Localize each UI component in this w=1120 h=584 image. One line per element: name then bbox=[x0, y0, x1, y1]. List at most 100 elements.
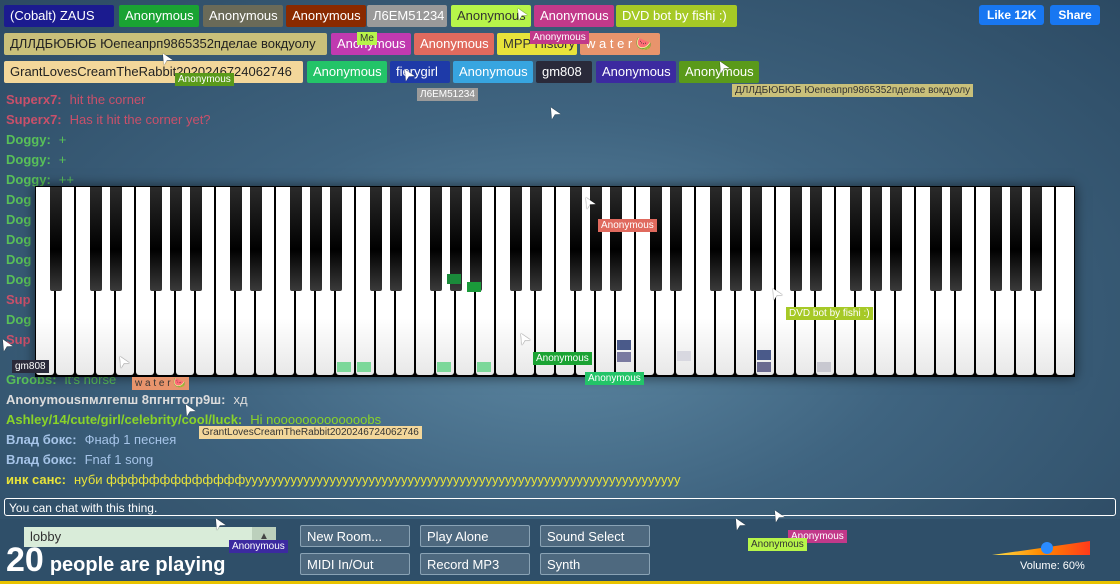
white-key[interactable] bbox=[1056, 187, 1074, 375]
user-tag[interactable]: Anonymous bbox=[119, 5, 199, 27]
chat-text: Hi nooooooooooooobs bbox=[250, 412, 382, 427]
black-key[interactable] bbox=[330, 187, 342, 291]
note-highlight bbox=[437, 362, 451, 372]
piano-keyboard[interactable] bbox=[35, 186, 1075, 377]
chat-author: Superx7: bbox=[6, 92, 62, 107]
chat-input[interactable]: You can chat with this thing. bbox=[4, 498, 1116, 516]
black-key[interactable] bbox=[390, 187, 402, 291]
black-key[interactable] bbox=[650, 187, 662, 291]
user-tag[interactable]: Anonymous bbox=[307, 61, 387, 83]
user-tag[interactable]: (Cobalt) ZAUS bbox=[4, 5, 114, 27]
chat-message: Doggy: + bbox=[6, 150, 1106, 170]
cursor-label: Me bbox=[357, 32, 377, 45]
user-tag[interactable]: Л6ЕМ51234 bbox=[367, 5, 447, 27]
cursor-label: GrantLovesCreamTheRabbit2020246724062746 bbox=[199, 426, 422, 439]
play-alone-button[interactable]: Play Alone bbox=[420, 525, 530, 547]
chat-author: Dog bbox=[6, 192, 32, 207]
black-key[interactable] bbox=[1010, 187, 1022, 291]
note-highlight bbox=[447, 274, 461, 284]
cursor-label: Anonymous bbox=[533, 352, 592, 365]
user-tag[interactable]: gm808 bbox=[536, 61, 592, 83]
black-key[interactable] bbox=[610, 187, 622, 291]
note-highlight bbox=[617, 352, 631, 362]
black-key[interactable] bbox=[190, 187, 202, 291]
chat-author: Влад бокс: bbox=[6, 432, 77, 447]
black-key[interactable] bbox=[530, 187, 542, 291]
black-key[interactable] bbox=[950, 187, 962, 291]
black-key[interactable] bbox=[1030, 187, 1042, 291]
user-tag[interactable]: Anonymous bbox=[596, 61, 676, 83]
chat-message: инк санс: нуби фффффффффффффууууууууууууу… bbox=[6, 470, 1106, 490]
black-key[interactable] bbox=[310, 187, 322, 291]
black-key[interactable] bbox=[870, 187, 882, 291]
black-key[interactable] bbox=[510, 187, 522, 291]
facebook-share-button[interactable]: Share bbox=[1050, 5, 1100, 25]
black-key[interactable] bbox=[90, 187, 102, 291]
note-highlight bbox=[357, 362, 371, 372]
cursor-label: ДЛЛДБЮБЮБ Юепеапрп9865352пделае вокдуолу bbox=[732, 84, 974, 97]
user-tag[interactable]: Anonymous bbox=[203, 5, 283, 27]
chat-author: Dog bbox=[6, 272, 32, 287]
black-key[interactable] bbox=[990, 187, 1002, 291]
chat-author: Doggy: bbox=[6, 132, 51, 147]
note-highlight bbox=[677, 351, 691, 361]
midi-button[interactable]: MIDI In/Out bbox=[300, 553, 410, 575]
sound-select-button[interactable]: Sound Select bbox=[540, 525, 650, 547]
facebook-like-button[interactable]: Like 12K bbox=[979, 5, 1045, 25]
black-key[interactable] bbox=[150, 187, 162, 291]
chat-text: хд bbox=[233, 392, 248, 407]
black-key[interactable] bbox=[890, 187, 902, 291]
black-key[interactable] bbox=[430, 187, 442, 291]
user-tag[interactable]: w a t e r 🍉 bbox=[580, 33, 660, 55]
chat-message: Влад бокс: Фнаф 1 песнея bbox=[6, 430, 1106, 450]
synth-button[interactable]: Synth bbox=[540, 553, 650, 575]
black-key[interactable] bbox=[670, 187, 682, 291]
note-highlight bbox=[337, 362, 351, 372]
facebook-widget: Like 12K Share bbox=[979, 5, 1100, 25]
user-tag[interactable]: Anonymous bbox=[534, 5, 614, 27]
cursor-label: Anonymous bbox=[229, 540, 288, 553]
chat-author: Dog bbox=[6, 252, 32, 267]
black-key[interactable] bbox=[710, 187, 722, 291]
black-key[interactable] bbox=[170, 187, 182, 291]
chat-text: Фнаф 1 песнея bbox=[84, 432, 177, 447]
user-tag[interactable]: Anonymous bbox=[286, 5, 366, 27]
black-key[interactable] bbox=[370, 187, 382, 291]
chat-message: Влад бокс: Fnaf 1 song bbox=[6, 450, 1106, 470]
cursor-label: gm808 bbox=[12, 360, 49, 373]
user-tag[interactable]: Anonymous bbox=[453, 61, 533, 83]
black-key[interactable] bbox=[810, 187, 822, 291]
chat-text: + bbox=[58, 132, 67, 147]
black-key[interactable] bbox=[850, 187, 862, 291]
user-tag[interactable]: Anonymous bbox=[414, 33, 494, 55]
black-key[interactable] bbox=[50, 187, 62, 291]
chat-text: + bbox=[58, 152, 67, 167]
chat-author: Doggy: bbox=[6, 152, 51, 167]
black-key[interactable] bbox=[470, 187, 482, 291]
volume-slider[interactable] bbox=[992, 541, 1090, 555]
user-tag[interactable]: DVD bot by fishi :) bbox=[616, 5, 737, 27]
black-key[interactable] bbox=[930, 187, 942, 291]
cursor-label: Anonymous bbox=[530, 31, 589, 44]
black-key[interactable] bbox=[230, 187, 242, 291]
chat-author: инк санс: bbox=[6, 472, 66, 487]
chat-author: Doggy: bbox=[6, 172, 51, 187]
note-highlight bbox=[617, 340, 631, 350]
black-key[interactable] bbox=[110, 187, 122, 291]
black-key[interactable] bbox=[250, 187, 262, 291]
black-key[interactable] bbox=[790, 187, 802, 291]
chat-author: Superx7: bbox=[6, 112, 62, 127]
record-mp3-button[interactable]: Record MP3 bbox=[420, 553, 530, 575]
new-room-button[interactable]: New Room... bbox=[300, 525, 410, 547]
user-tag[interactable]: GrantLovesCreamTheRabbit2020246724062746 bbox=[4, 61, 303, 83]
note-highlight bbox=[817, 362, 831, 372]
black-key[interactable] bbox=[730, 187, 742, 291]
cursor-label: Anonymous bbox=[585, 372, 644, 385]
chat-author: Dog bbox=[6, 312, 32, 327]
black-key[interactable] bbox=[290, 187, 302, 291]
black-key[interactable] bbox=[750, 187, 762, 291]
chat-text: ++ bbox=[58, 172, 74, 187]
chat-author: Dog bbox=[6, 212, 32, 227]
volume-knob[interactable] bbox=[1041, 542, 1053, 554]
cursor-label: Anonymous bbox=[175, 73, 234, 86]
